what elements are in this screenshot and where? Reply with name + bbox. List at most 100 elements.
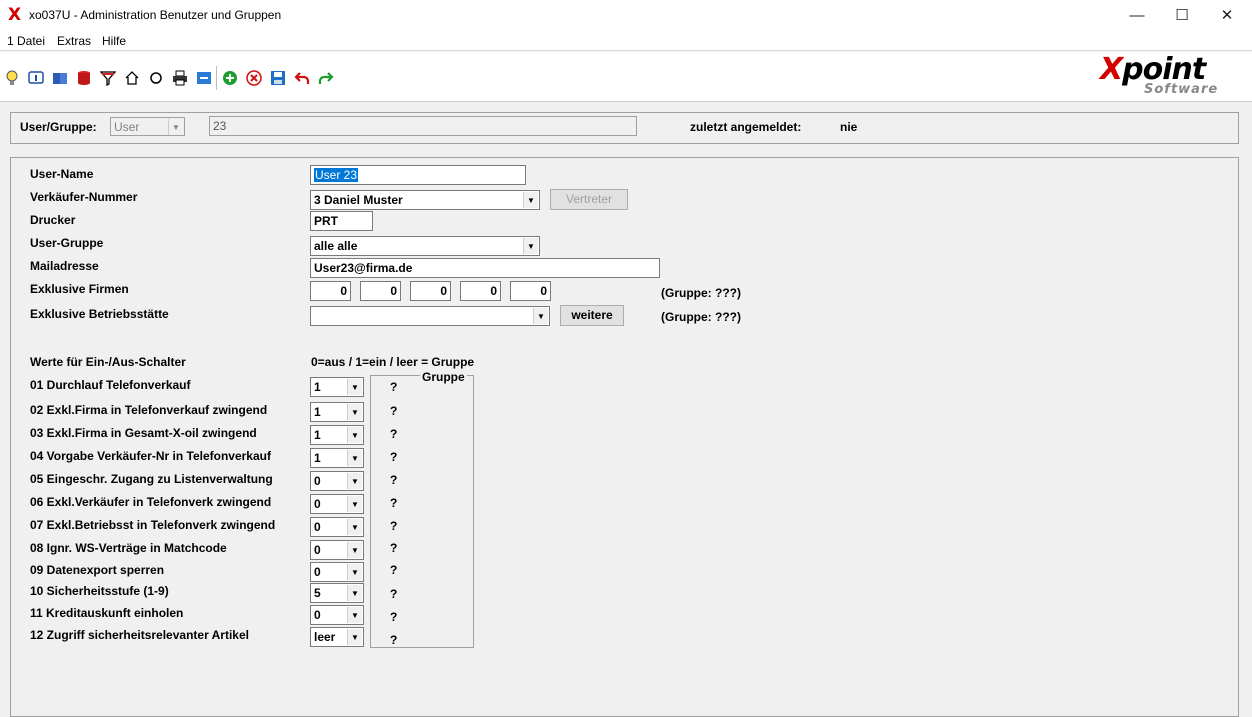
switch-label: 11 Kreditauskunft einholen (30, 606, 184, 620)
chevron-down-icon: ▼ (347, 379, 362, 395)
firm-input-3[interactable]: 0 (410, 281, 451, 301)
firm-input-5[interactable]: 0 (510, 281, 551, 301)
switch-select[interactable]: 0 ▼ (310, 562, 364, 582)
switch-group-value: ? (390, 496, 398, 510)
chevron-down-icon: ▼ (347, 450, 362, 466)
user-group-type-select[interactable]: User ▼ (110, 117, 185, 136)
app-icon: X (8, 5, 22, 25)
last-login-label: zuletzt angemeldet: (690, 120, 802, 134)
home-icon[interactable] (122, 68, 142, 88)
switch-select[interactable]: 0 ▼ (310, 517, 364, 537)
chevron-down-icon: ▼ (347, 585, 362, 601)
printer-input[interactable]: PRT (310, 211, 373, 231)
salesman-value: 3 Daniel Muster (314, 193, 403, 207)
switch-group-value: ? (390, 519, 398, 533)
switch-value: 0 (314, 520, 321, 534)
switch-select[interactable]: 5 ▼ (310, 583, 364, 603)
switch-select[interactable]: 1 ▼ (310, 402, 364, 422)
refresh-icon[interactable] (146, 68, 166, 88)
switch-group-value: ? (390, 541, 398, 555)
chevron-down-icon: ▼ (523, 238, 538, 254)
switch-label: 05 Eingeschr. Zugang zu Listenverwaltung (30, 472, 273, 486)
chevron-down-icon: ▼ (347, 427, 362, 443)
switch-select[interactable]: 1 ▼ (310, 377, 364, 397)
database-icon[interactable] (74, 68, 94, 88)
switch-select[interactable]: 0 ▼ (310, 540, 364, 560)
switch-value: 0 (314, 497, 321, 511)
user-group-type-value: User (114, 120, 140, 134)
menu-datei[interactable]: 1 Datei (7, 34, 45, 48)
chevron-down-icon: ▼ (347, 404, 362, 420)
chevron-down-icon: ▼ (347, 519, 362, 535)
user-id-field: 23 (209, 116, 637, 136)
chevron-down-icon: ▼ (347, 473, 362, 489)
add-icon[interactable] (220, 68, 240, 88)
switch-group-value: ? (390, 563, 398, 577)
menu-extras[interactable]: Extras (57, 34, 91, 48)
delete-icon[interactable] (244, 68, 264, 88)
switch-value: 5 (314, 586, 321, 600)
switch-label: 01 Durchlauf Telefonverkauf (30, 378, 191, 392)
switch-group-value: ? (390, 450, 398, 464)
minimize-button[interactable]: — (1114, 0, 1160, 31)
switch-select[interactable]: leer ▼ (310, 627, 364, 647)
usergroup-label: User-Gruppe (30, 236, 104, 250)
site-select[interactable]: ▼ (310, 306, 550, 326)
switch-group-value: ? (390, 610, 398, 624)
filter-icon[interactable] (98, 68, 118, 88)
lightbulb-icon[interactable] (2, 68, 22, 88)
switch-select[interactable]: 0 ▼ (310, 494, 364, 514)
switch-label: 06 Exkl.Verkäufer in Telefonverk zwingen… (30, 495, 272, 509)
usergroup-select[interactable]: alle alle ▼ (310, 236, 540, 256)
book-icon[interactable] (50, 68, 70, 88)
switches-legend: 0=aus / 1=ein / leer = Gruppe (311, 355, 475, 369)
switch-group-value: ? (390, 587, 398, 601)
window-title: xo037U - Administration Benutzer und Gru… (29, 8, 282, 22)
firm-input-1[interactable]: 0 (310, 281, 351, 301)
mail-input[interactable]: User23@firma.de (310, 258, 660, 278)
switch-select[interactable]: 1 ▼ (310, 448, 364, 468)
menu-bar: 1 Datei Extras Hilfe (0, 31, 1252, 51)
info-icon[interactable] (26, 68, 46, 88)
switch-label: 12 Zugriff sicherheitsrelevanter Artikel (30, 628, 249, 642)
redo-icon[interactable] (316, 68, 336, 88)
site-group-value: (Gruppe: ???) (661, 310, 741, 324)
switch-value: 0 (314, 474, 321, 488)
switch-select[interactable]: 0 ▼ (310, 605, 364, 625)
save-icon[interactable] (268, 68, 288, 88)
firms-group-value: (Gruppe: ???) (661, 286, 741, 300)
switch-label: 08 Ignr. WS-Verträge in Matchcode (30, 541, 227, 555)
chevron-down-icon: ▼ (347, 496, 362, 512)
firms-label: Exklusive Firmen (30, 282, 129, 296)
firm-input-4[interactable]: 0 (460, 281, 501, 301)
menu-hilfe[interactable]: Hilfe (102, 34, 126, 48)
username-input[interactable]: User 23 (310, 165, 526, 185)
printer-label: Drucker (30, 213, 76, 227)
switches-header-label: Werte für Ein-/Aus-Schalter (30, 355, 186, 369)
close-button[interactable]: ✕ (1204, 0, 1250, 31)
chevron-down-icon: ▼ (347, 542, 362, 558)
logo-subtitle: Software (1144, 82, 1219, 97)
switch-label: 03 Exkl.Firma in Gesamt-X-oil zwingend (30, 426, 257, 440)
firm-input-2[interactable]: 0 (360, 281, 401, 301)
chevron-down-icon: ▼ (347, 564, 362, 580)
switch-group-value: ? (390, 427, 398, 441)
maximize-button[interactable]: ☐ (1159, 0, 1205, 31)
message-icon[interactable] (194, 68, 214, 88)
chevron-down-icon: ▼ (523, 192, 538, 208)
switch-group-value: ? (390, 473, 398, 487)
last-login-value: nie (840, 120, 858, 134)
switch-value: 0 (314, 565, 321, 579)
toolbar (0, 52, 1252, 102)
salesman-select[interactable]: 3 Daniel Muster ▼ (310, 190, 540, 210)
user-group-label: User/Gruppe: (20, 120, 97, 134)
switch-select[interactable]: 1 ▼ (310, 425, 364, 445)
print-icon[interactable] (170, 68, 190, 88)
vertreter-button[interactable]: Vertreter (550, 189, 628, 210)
weitere-button[interactable]: weitere (560, 305, 624, 326)
switch-select[interactable]: 0 ▼ (310, 471, 364, 491)
toolbar-separator (216, 66, 217, 90)
undo-icon[interactable] (292, 68, 312, 88)
switch-value: 1 (314, 451, 321, 465)
group-box (370, 375, 474, 648)
